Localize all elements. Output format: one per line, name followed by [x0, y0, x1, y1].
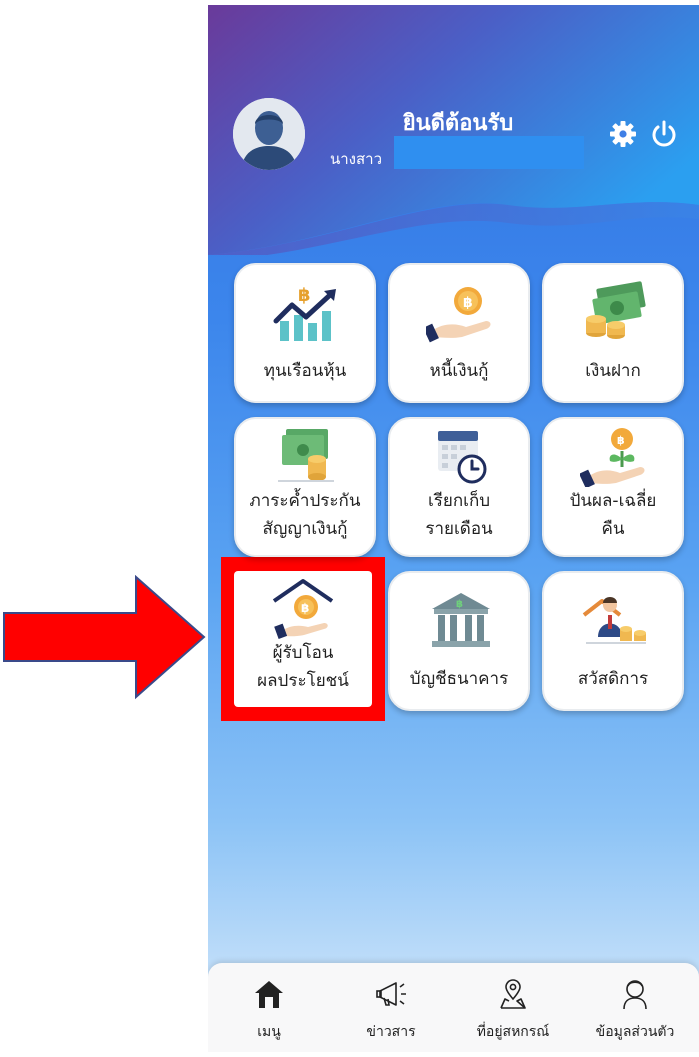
menu-label-line1: เรียกเก็บ — [427, 491, 491, 511]
menu-loan-guarantee[interactable]: ภาระค้ำประกัน สัญญาเงินกู้ — [234, 417, 376, 557]
svg-text:฿: ฿ — [463, 295, 473, 311]
menu-label: หนี้เงินกู้ — [429, 361, 489, 381]
user-photo-icon — [233, 98, 305, 170]
nav-news[interactable]: ข่าวสาร — [330, 963, 452, 1052]
beneficiary-house-icon: ฿ — [272, 579, 334, 639]
megaphone-icon — [376, 982, 406, 1006]
bottom-nav: เมนู ข่าวสาร ที่อยู่สหกรณ์ ข้อมูลส่วนตัว — [208, 963, 699, 1052]
avatar[interactable] — [233, 98, 305, 170]
calendar-clock-icon — [438, 431, 487, 484]
home-icon — [255, 981, 283, 1008]
nav-address[interactable]: ที่อยู่สหกรณ์ — [452, 963, 574, 1052]
menu-loan[interactable]: ฿ หนี้เงินกู้ — [388, 263, 530, 403]
user-icon — [623, 980, 647, 1010]
gear-icon[interactable] — [608, 119, 638, 149]
stock-growth-icon: ฿ — [273, 285, 336, 341]
menu-label-line2: ผลประโยชน์ — [257, 671, 349, 691]
svg-text:฿: ฿ — [456, 599, 463, 610]
map-pin-icon — [500, 979, 526, 1009]
menu-bank-account[interactable]: ฿ บัญชีธนาคาร — [388, 571, 530, 711]
bank-building-icon: ฿ — [432, 593, 490, 647]
menu-label: เงินฝาก — [585, 361, 641, 381]
loan-coin-hand-icon: ฿ — [426, 287, 491, 343]
menu-label-line1: ภาระค้ำประกัน — [249, 491, 361, 511]
menu-label-line2: สัญญาเงินกู้ — [262, 519, 348, 539]
cash-deposit-icon — [586, 281, 646, 339]
nav-menu[interactable]: เมนู — [208, 963, 330, 1052]
menu-welfare[interactable]: สวัสดิการ — [542, 571, 684, 711]
svg-text:฿: ฿ — [617, 434, 625, 447]
welfare-person-icon — [582, 597, 646, 644]
menu-label: ทุนเรือนหุ้น — [263, 361, 347, 381]
member-name-prefix: นางสาว — [330, 150, 383, 168]
menu-label: สวัสดิการ — [577, 669, 649, 689]
menu-label-line1: ผู้รับโอน — [272, 643, 334, 663]
menu-beneficiary[interactable]: ฿ ผู้รับโอน ผลประโยชน์ — [234, 571, 372, 707]
nav-profile[interactable]: ข้อมูลส่วนตัว — [574, 963, 696, 1052]
guarantee-money-icon — [278, 429, 334, 482]
welcome-title: ยินดีต้อนรับ — [402, 111, 514, 136]
menu-label-line2: คืน — [601, 519, 625, 539]
menu-monthly-billing[interactable]: เรียกเก็บ รายเดือน — [388, 417, 530, 557]
menu-deposit[interactable]: เงินฝาก — [542, 263, 684, 403]
dividend-plant-icon: ฿ — [580, 428, 645, 487]
annotation-arrow — [3, 575, 206, 700]
svg-text:฿: ฿ — [298, 285, 311, 306]
menu-share-capital[interactable]: ฿ ทุนเรือนหุ้น — [234, 263, 376, 403]
menu-label-line2: รายเดือน — [425, 519, 493, 539]
menu-label-line1: ปันผล-เฉลี่ย — [569, 491, 657, 511]
menu-dividend-refund[interactable]: ฿ ปันผล-เฉลี่ย คืน — [542, 417, 684, 557]
svg-text:฿: ฿ — [301, 601, 309, 615]
app-screen: ยินดีต้อนรับ นางสาว ฿ ทุนเรือนหุ้น ฿ หนี… — [208, 5, 699, 1052]
nav-label: ข้อมูลส่วนตัว — [595, 1024, 675, 1040]
power-icon[interactable] — [649, 119, 679, 149]
nav-label: เมนู — [257, 1024, 281, 1040]
member-name-redacted — [394, 136, 584, 169]
nav-label: ข่าวสาร — [366, 1024, 416, 1040]
menu-label: บัญชีธนาคาร — [409, 669, 509, 689]
nav-label: ที่อยู่สหกรณ์ — [476, 1024, 550, 1040]
